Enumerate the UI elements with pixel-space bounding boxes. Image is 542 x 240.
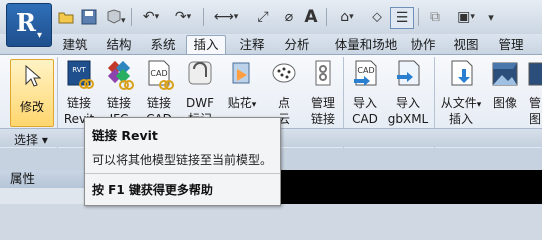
tag-icon[interactable]: ⌀ <box>280 7 298 27</box>
sync-icon[interactable]: ▾ <box>104 7 128 27</box>
svg-text:RVT: RVT <box>72 66 86 74</box>
undo-icon[interactable]: ↶ ▾ <box>138 7 164 27</box>
tab-manage[interactable]: 管理 <box>492 36 530 54</box>
insert-from-file-icon <box>451 60 473 86</box>
redo-icon[interactable]: ↷ ▾ <box>170 7 196 27</box>
link-ifc-label-1: 链接 <box>106 96 131 110</box>
close-hidden-windows-icon[interactable]: ⧉ <box>425 7 445 27</box>
svg-text:CAD: CAD <box>150 69 167 78</box>
image-button[interactable]: 图像 <box>487 55 523 129</box>
properties-palette: 属性 <box>0 170 85 204</box>
insert-from-file-button[interactable]: 从文件▾ 插入 <box>437 55 485 129</box>
divider <box>203 8 204 26</box>
tab-structure[interactable]: 结构 <box>100 36 138 54</box>
divider <box>326 8 327 26</box>
tab-massing-site[interactable]: 体量和场地 <box>324 36 408 54</box>
manage-links-label-2: 链接 <box>310 112 335 126</box>
customize-toolbar-icon[interactable]: ▾ <box>484 7 498 27</box>
import-gbxml-label-2: gbXML <box>387 112 429 126</box>
link-revit-label-1: 链接 <box>66 96 91 110</box>
link-cad-label-1: 链接 <box>146 96 171 110</box>
switch-windows-icon[interactable]: ▣ ▾ <box>452 7 480 27</box>
manage-images-button[interactable]: 管 图 <box>525 55 542 129</box>
tab-insert[interactable]: 插入 <box>186 35 226 56</box>
text-icon[interactable]: A <box>302 7 320 27</box>
aligned-dimension-icon[interactable]: ⤢ <box>254 7 272 27</box>
import-gbxml-label-1: 导入 <box>395 96 420 110</box>
properties-title: 属性 <box>0 170 84 188</box>
tooltip-help: 按 F1 键获得更多帮助 <box>92 183 213 197</box>
import-gbxml-icon <box>397 60 420 86</box>
cursor-icon <box>25 64 41 87</box>
tab-annotate[interactable]: 注释 <box>233 36 271 54</box>
open-folder-icon[interactable] <box>57 7 75 27</box>
manage-links-button[interactable]: 管理 链接 <box>304 55 342 129</box>
manage-images-icon <box>528 62 542 86</box>
point-cloud-icon <box>272 63 296 83</box>
ribbon-tabs: 建筑 结构 系统 插入 注释 分析 体量和场地 协作 视图 管理 <box>0 34 542 56</box>
import-gbxml-button[interactable]: 导入 gbXML <box>386 55 430 129</box>
dwf-label-1: DWF <box>185 96 214 110</box>
tooltip-divider <box>85 173 280 174</box>
manage-images-label-1: 管 <box>529 96 542 110</box>
select-panel-dropdown[interactable]: 选择 ▾ <box>14 131 48 148</box>
image-label: 图像 <box>492 96 517 110</box>
tab-architecture[interactable]: 建筑 <box>56 36 94 54</box>
manage-images-label-2: 图 <box>529 112 542 126</box>
link-cad-icon: CAD <box>148 60 174 90</box>
svg-text:▾: ▾ <box>121 16 126 25</box>
tab-collaborate[interactable]: 协作 <box>404 36 442 54</box>
tab-systems[interactable]: 系统 <box>144 36 182 54</box>
revit-logo: R <box>16 8 36 37</box>
insert-from-file-label-2: 插入 <box>448 112 473 126</box>
link-revit-tooltip: 链接 Revit 可以将其他模型链接至当前模型。 按 F1 键获得更多帮助 <box>84 117 281 206</box>
tab-view[interactable]: 视图 <box>447 36 485 54</box>
default-3d-view-icon[interactable]: ⌂ ▾ <box>333 7 361 27</box>
section-icon[interactable]: ⬦ <box>368 7 386 27</box>
divider <box>418 8 419 26</box>
import-cad-label-2: CAD <box>352 112 378 126</box>
tab-analyze[interactable]: 分析 <box>278 36 316 54</box>
image-icon <box>492 62 518 86</box>
decal-icon <box>232 62 250 84</box>
svg-text:CAD: CAD <box>357 66 374 75</box>
chevron-down-icon: ▾ <box>37 30 43 41</box>
tooltip-title: 链接 Revit <box>92 128 158 143</box>
import-cad-button[interactable]: CAD 导入 CAD <box>346 55 384 129</box>
divider <box>131 8 132 26</box>
import-cad-icon: CAD <box>354 60 377 86</box>
point-cloud-label-1: 点 <box>277 96 290 110</box>
quick-access-toolbar: R ▾ ▾ ↶ ▾ ↷ ▾ ⟷ ▾ ⤢ ⌀ A ⌂ ▾ ⬦ ☰ ⧉ ▣ ▾ ▾ <box>0 0 542 47</box>
thin-lines-icon[interactable]: ☰ <box>390 7 414 29</box>
dwf-markup-icon <box>188 61 212 85</box>
measure-icon[interactable]: ⟷ ▾ <box>212 7 240 27</box>
import-cad-label-1: 导入 <box>352 96 377 110</box>
save-icon[interactable] <box>80 7 98 27</box>
manage-links-label-1: 管理 <box>310 96 335 110</box>
tooltip-description: 可以将其他模型链接至当前模型。 <box>92 153 273 167</box>
decal-label: 贴花▾ <box>227 96 257 110</box>
application-menu-button[interactable]: R ▾ <box>6 3 52 47</box>
link-revit-icon: RVT <box>67 60 94 89</box>
manage-links-icon <box>315 60 331 86</box>
link-ifc-icon <box>107 60 134 90</box>
modify-label: 修改 <box>19 100 44 114</box>
modify-button[interactable]: 修改 <box>10 59 54 127</box>
